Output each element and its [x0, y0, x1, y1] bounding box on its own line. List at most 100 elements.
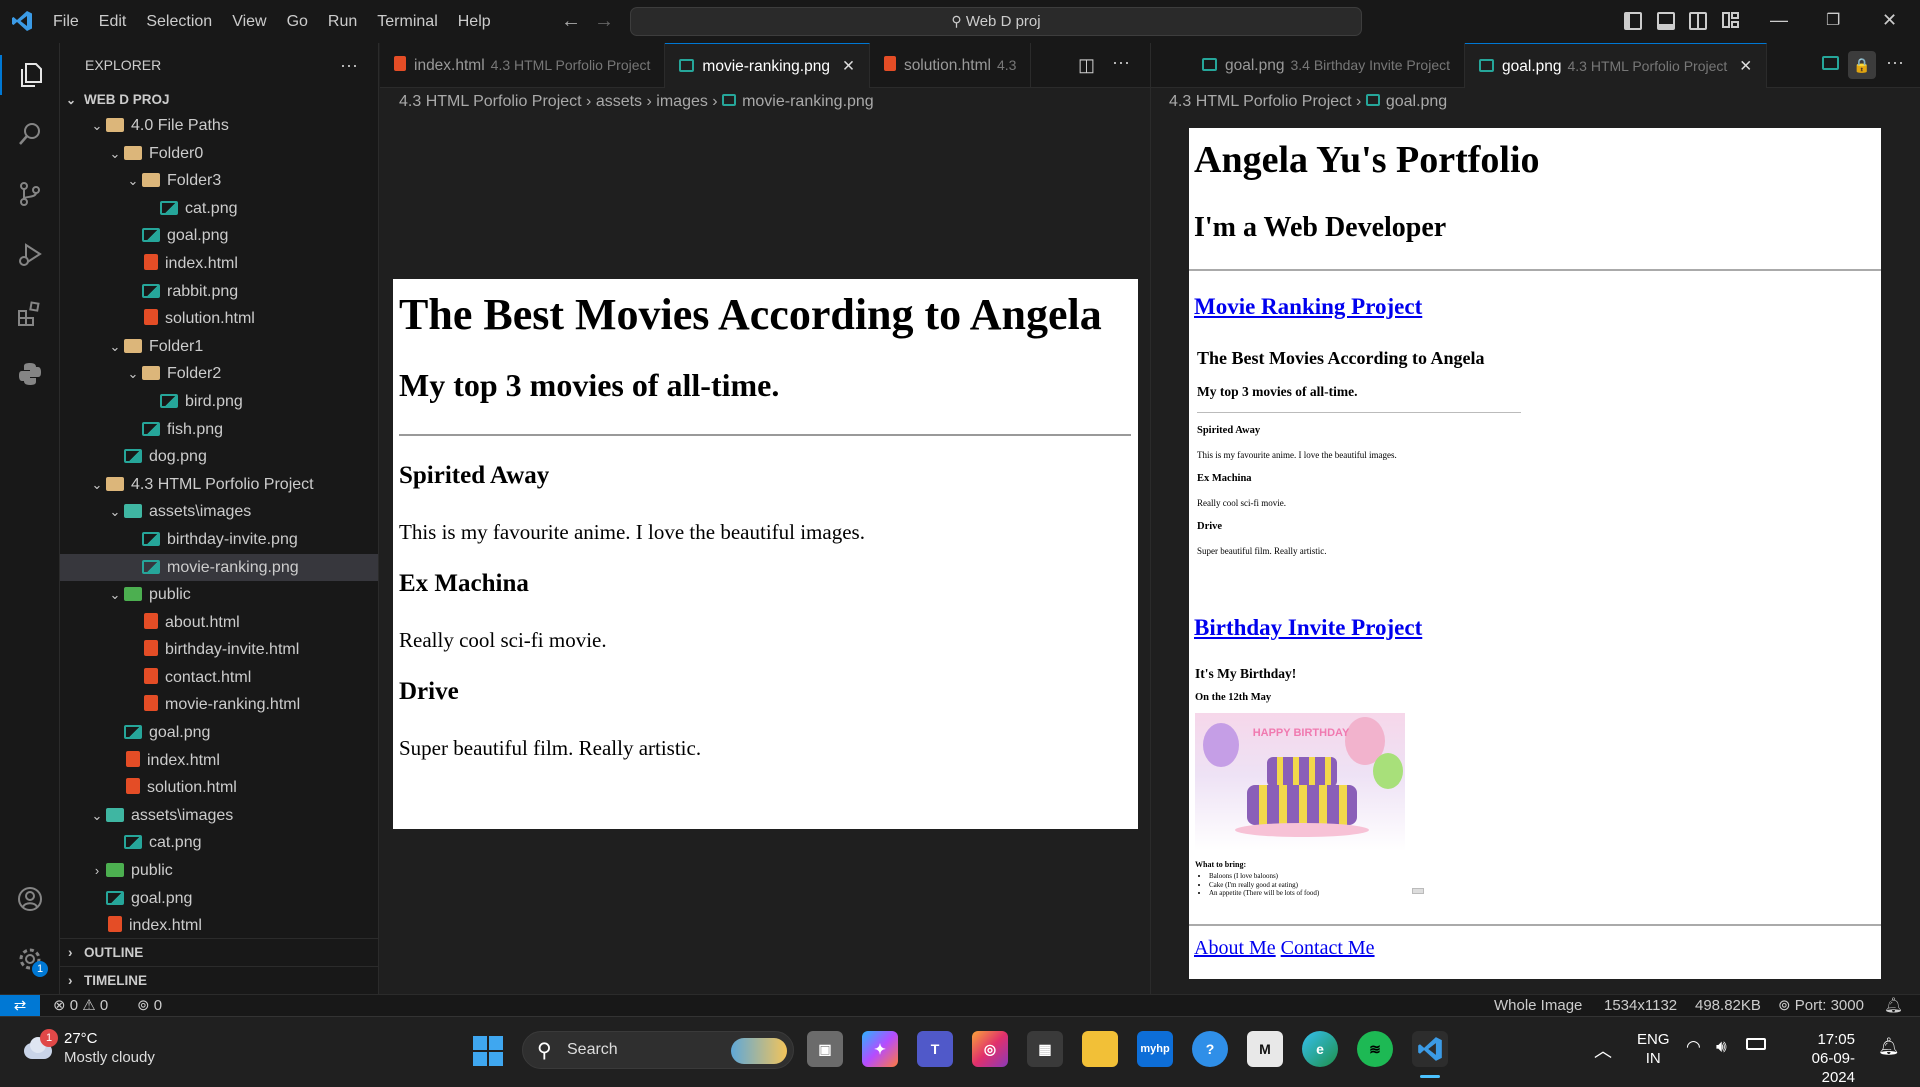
- forward-arrow-icon[interactable]: →: [594, 10, 614, 33]
- editor-tab[interactable]: goal.png 4.3 HTML Porfolio Project ✕: [1465, 43, 1768, 88]
- menu-selection[interactable]: Selection: [136, 0, 222, 43]
- menu-file[interactable]: File: [43, 0, 89, 43]
- contact-me-link[interactable]: Contact Me: [1281, 937, 1375, 959]
- menu-terminal[interactable]: Terminal: [367, 0, 447, 43]
- microsoft-store-icon[interactable]: ▦: [1027, 1031, 1063, 1067]
- explorer-icon[interactable]: [0, 55, 60, 95]
- tree-file[interactable]: cat.png: [60, 829, 378, 857]
- open-preview-icon[interactable]: [1822, 56, 1839, 70]
- tree-folder[interactable]: ⌄ Folder0: [60, 140, 378, 168]
- weather-widget[interactable]: 27°C Mostly cloudy: [64, 1029, 155, 1067]
- editor-tab[interactable]: goal.png 3.4 Birthday Invite Project: [1188, 43, 1466, 88]
- windows-start-icon[interactable]: [473, 1036, 503, 1066]
- menu-edit[interactable]: Edit: [89, 0, 137, 43]
- close-tab-icon[interactable]: ✕: [1739, 58, 1752, 75]
- tree-file[interactable]: solution.html: [60, 774, 378, 802]
- toggle-panel-icon[interactable]: [1657, 12, 1675, 30]
- chevron-down-icon[interactable]: ⌄: [124, 167, 142, 195]
- remote-indicator-icon[interactable]: ⇄: [0, 995, 40, 1017]
- customize-layout-icon[interactable]: [1722, 12, 1740, 30]
- python-icon[interactable]: [10, 354, 50, 394]
- tab-more-icon[interactable]: ···: [1112, 52, 1130, 73]
- tree-folder[interactable]: ⌄ 4.3 HTML Porfolio Project: [60, 471, 378, 499]
- teams-icon[interactable]: T: [917, 1031, 953, 1067]
- task-view-icon[interactable]: ▣: [807, 1031, 843, 1067]
- chevron-down-icon[interactable]: ⌄: [106, 581, 124, 609]
- tree-file[interactable]: goal.png: [60, 719, 378, 747]
- restore-icon[interactable]: ❐: [1826, 10, 1840, 30]
- file-explorer-icon[interactable]: [1082, 1031, 1118, 1067]
- outline-section[interactable]: › OUTLINE: [60, 938, 378, 966]
- weather-icon[interactable]: 1: [20, 1029, 58, 1063]
- clock[interactable]: 17:05 06-09-2024: [1785, 1030, 1855, 1087]
- split-editor-icon[interactable]: ◫: [1078, 55, 1095, 76]
- tree-folder[interactable]: ⌄ 4.0 File Paths: [60, 112, 378, 140]
- lock-group-icon[interactable]: 🔒: [1848, 51, 1876, 79]
- workspace-root[interactable]: ⌄ WEB D PROJ: [60, 88, 378, 112]
- tree-file[interactable]: bird.png: [60, 388, 378, 416]
- copilot-icon[interactable]: ✦: [862, 1031, 898, 1067]
- tree-file[interactable]: goal.png: [60, 222, 378, 250]
- chevron-down-icon[interactable]: ⌄: [106, 140, 124, 168]
- toggle-secondary-sidebar-icon[interactable]: [1689, 12, 1707, 30]
- chevron-down-icon[interactable]: ⌄: [88, 471, 106, 499]
- instagram-icon[interactable]: ◎: [972, 1031, 1008, 1067]
- tree-folder[interactable]: ⌄ Folder3: [60, 167, 378, 195]
- run-debug-icon[interactable]: [10, 234, 50, 274]
- tree-file[interactable]: cat.png: [60, 195, 378, 223]
- tree-folder[interactable]: ⌄ public: [60, 581, 378, 609]
- wifi-icon[interactable]: ◠: [1686, 1037, 1701, 1057]
- tree-file[interactable]: contact.html: [60, 664, 378, 692]
- extensions-icon[interactable]: [10, 294, 50, 334]
- help-icon[interactable]: ?: [1192, 1031, 1228, 1067]
- tree-file[interactable]: solution.html: [60, 305, 378, 333]
- zoom-status[interactable]: Whole Image: [1494, 996, 1582, 1016]
- accounts-icon[interactable]: [10, 879, 50, 919]
- gmail-like-icon[interactable]: M: [1247, 1031, 1283, 1067]
- vscode-taskbar-icon[interactable]: [1412, 1031, 1448, 1067]
- chevron-down-icon[interactable]: ⌄: [106, 333, 124, 361]
- edge-icon[interactable]: e: [1302, 1031, 1338, 1067]
- breadcrumb-item[interactable]: images: [656, 93, 708, 110]
- menu-help[interactable]: Help: [448, 0, 501, 43]
- tree-folder[interactable]: ⌄ Folder2: [60, 360, 378, 388]
- taskbar-search[interactable]: ⚲ Search: [522, 1031, 794, 1069]
- tree-file[interactable]: index.html: [60, 747, 378, 775]
- tree-file[interactable]: index.html: [60, 250, 378, 278]
- ports-indicator[interactable]: ⊚ 0: [137, 996, 162, 1016]
- tree-folder[interactable]: ⌄ assets\images: [60, 802, 378, 830]
- breadcrumb-item[interactable]: 4.3 HTML Porfolio Project: [399, 93, 582, 110]
- menu-run[interactable]: Run: [318, 0, 367, 43]
- show-hidden-icons-icon[interactable]: ︿: [1594, 1037, 1612, 1063]
- timeline-section[interactable]: › TIMELINE: [60, 966, 378, 994]
- breadcrumb-item[interactable]: goal.png: [1386, 93, 1447, 110]
- breadcrumb-item[interactable]: movie-ranking.png: [742, 93, 874, 110]
- tree-file[interactable]: index.html: [60, 912, 378, 940]
- editor-tab[interactable]: solution.html 4.3: [870, 43, 1032, 88]
- tree-file[interactable]: movie-ranking.html: [60, 691, 378, 719]
- volume-icon[interactable]: 🔊︎: [1716, 1037, 1727, 1057]
- breadcrumb-item[interactable]: assets: [596, 93, 642, 110]
- back-arrow-icon[interactable]: ←: [561, 10, 581, 33]
- right-more-icon[interactable]: ···: [1886, 52, 1904, 73]
- chevron-down-icon[interactable]: ⌄: [106, 498, 124, 526]
- minimize-icon[interactable]: —: [1770, 10, 1788, 31]
- chevron-down-icon[interactable]: ⌄: [88, 112, 106, 140]
- editor-tab[interactable]: index.html 4.3 HTML Porfolio Project: [380, 43, 666, 88]
- manage-gear-icon[interactable]: 1: [10, 939, 50, 979]
- chevron-down-icon[interactable]: ⌄: [124, 360, 142, 388]
- tree-file[interactable]: movie-ranking.png: [60, 553, 378, 582]
- tree-file[interactable]: birthday-invite.png: [60, 526, 378, 554]
- close-window-icon[interactable]: ✕: [1882, 10, 1897, 31]
- search-sidebar-icon[interactable]: [10, 114, 50, 154]
- chevron-down-icon[interactable]: ⌄: [88, 802, 106, 830]
- command-center-search[interactable]: ⚲ Web D proj: [630, 7, 1362, 36]
- tree-file[interactable]: dog.png: [60, 443, 378, 471]
- notification-center-icon[interactable]: 🔔︎: [1878, 1037, 1900, 1057]
- source-control-icon[interactable]: [10, 174, 50, 214]
- tree-file[interactable]: fish.png: [60, 416, 378, 444]
- chevron-right-icon[interactable]: ›: [88, 857, 106, 885]
- editor-tab[interactable]: movie-ranking.png ✕: [665, 43, 870, 88]
- spotify-icon[interactable]: ≋: [1357, 1031, 1393, 1067]
- myhp-icon[interactable]: myhp: [1137, 1031, 1173, 1067]
